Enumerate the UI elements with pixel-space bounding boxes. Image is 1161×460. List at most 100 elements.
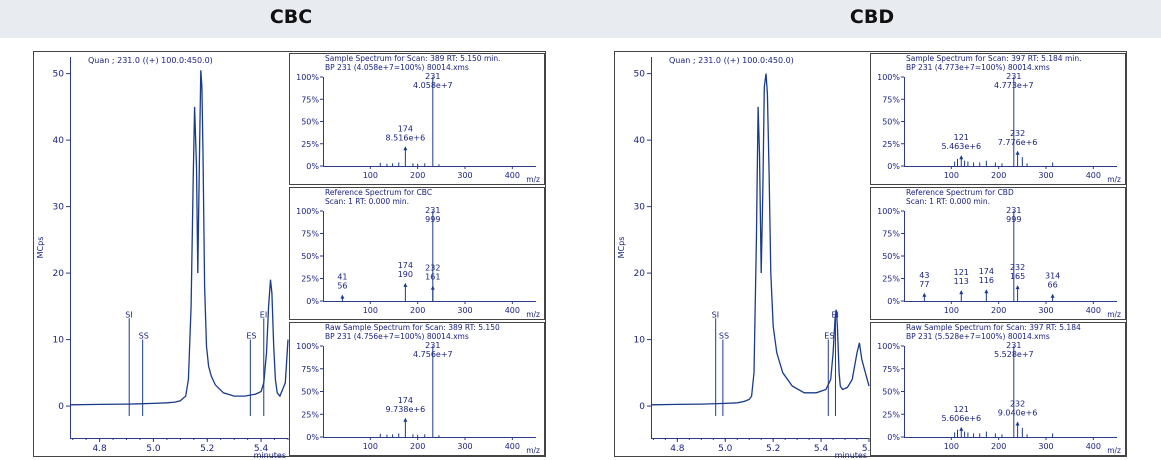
y-tick-label: 30 bbox=[53, 203, 65, 213]
spectrum-peak-label: 9.738e+6 bbox=[386, 405, 426, 414]
spectrum-x-tick-label: 200 bbox=[991, 306, 1006, 315]
spectrum-x-tick-label: 300 bbox=[1038, 171, 1053, 180]
spectrum-y-tick-label: 50% bbox=[301, 388, 319, 397]
spectrum-peak-label: 231 bbox=[1006, 341, 1021, 350]
spectrum-title-line: BP 231 (4.773e+7=100%) 80014.xms bbox=[906, 63, 1050, 72]
spectrum-peak-label: 174 bbox=[979, 267, 994, 276]
spectrum-frame bbox=[870, 187, 1126, 320]
spectrum-x-tick-label: 300 bbox=[457, 442, 472, 451]
y-tick-label: 50 bbox=[53, 70, 65, 80]
spectrum-y-tick-label: 25% bbox=[882, 275, 900, 284]
spectrum-y-tick-label: 50% bbox=[301, 252, 319, 261]
spectrum-y-tick-label: 25% bbox=[301, 275, 319, 284]
spectrum-y-tick-label: 75% bbox=[882, 95, 900, 104]
marker-label-es: ES bbox=[824, 332, 834, 341]
marker-label-ss: SS bbox=[719, 332, 729, 341]
spectrum-x-tick-label: 400 bbox=[505, 442, 520, 451]
spectrum-peak-label: 232 bbox=[1010, 129, 1025, 138]
spectrum-peak-label: 999 bbox=[425, 215, 440, 224]
chromatogram-figure: 0 10 20 30 40 50 4.8 5.0 5.2 5.4 MCps minutes Quan ;… bbox=[33, 51, 1127, 460]
spectrum-x-tick-label: 200 bbox=[410, 306, 425, 315]
spectrum-peak-label: 232 bbox=[425, 264, 440, 273]
spectrum-title-line: Scan: 1 RT: 0.000 min. bbox=[906, 197, 990, 206]
spectrum-x-tick-label: 400 bbox=[505, 306, 520, 315]
spectrum-x-tick-label: 400 bbox=[1086, 442, 1101, 451]
spectrum-title-line: Scan: 1 RT: 0.000 min. bbox=[325, 197, 409, 206]
marker-label-si: SI bbox=[125, 310, 132, 319]
spectrum-x-tick-label: 100 bbox=[944, 442, 959, 451]
spectrum-peak-label: 161 bbox=[425, 273, 440, 282]
spectrum-y-tick-label: 100% bbox=[877, 73, 900, 82]
x-tick-label: 5.0 bbox=[718, 444, 733, 454]
spectrum-peak-label: 43 bbox=[919, 271, 929, 280]
x-tick-label: 5.4 bbox=[814, 444, 829, 454]
spectrum-y-tick-label: 50% bbox=[882, 252, 900, 261]
spectrum-peak-label: 4.773e+7 bbox=[994, 81, 1034, 90]
spectrum-peak-label: 174 bbox=[398, 124, 413, 133]
spectrum-x-tick-label: 100 bbox=[944, 171, 959, 180]
spectrum-x-tick-label: 200 bbox=[991, 171, 1006, 180]
spectrum-peak-label: 232 bbox=[1010, 399, 1025, 408]
spectrum-title-line: Reference Spectrum for CBD bbox=[906, 188, 1014, 197]
spectrum-x-label: m/z bbox=[1107, 175, 1121, 184]
spectrum-peak-label: 231 bbox=[425, 72, 440, 81]
spectrum-frame bbox=[289, 187, 545, 320]
spectrum-x-label: m/z bbox=[1107, 310, 1121, 319]
spectrum-frame bbox=[870, 322, 1126, 456]
spectrum-peak-label: 4.058e+7 bbox=[413, 81, 453, 90]
spectrum-y-tick-label: 75% bbox=[301, 230, 319, 239]
spectrum-y-tick-label: 25% bbox=[882, 140, 900, 149]
spectrum-y-tick-label: 75% bbox=[301, 95, 319, 104]
spectrum-x-tick-label: 200 bbox=[410, 442, 425, 451]
y-tick-label: 30 bbox=[634, 203, 646, 213]
y-tick-label: 40 bbox=[53, 136, 65, 146]
spectrum-x-label: m/z bbox=[526, 446, 540, 455]
spectrum-peak-label: 174 bbox=[398, 261, 413, 270]
spectrum-x-tick-label: 400 bbox=[1086, 306, 1101, 315]
marker-label-es: ES bbox=[246, 332, 256, 341]
spectrum-x-tick-label: 200 bbox=[410, 171, 425, 180]
x-tick-label: 5.2 bbox=[200, 444, 214, 454]
spectrum-peak-label: 113 bbox=[954, 277, 969, 286]
spectrum-peak-label: 5.463e+6 bbox=[941, 142, 981, 151]
spectrum-y-tick-label: 50% bbox=[882, 118, 900, 127]
spectrum-peak-label: 165 bbox=[1010, 272, 1025, 281]
spectrum-peak-label: 5.528e+7 bbox=[994, 350, 1034, 359]
spectrum-peak-label: 41 bbox=[337, 273, 347, 282]
spectrum-x-tick-label: 300 bbox=[1038, 306, 1053, 315]
spectrum-frame bbox=[870, 53, 1126, 185]
spectrum-x-tick-label: 300 bbox=[1038, 442, 1053, 451]
spectrum-y-tick-label: 75% bbox=[301, 365, 319, 374]
y-tick-label: 0 bbox=[58, 402, 64, 412]
spectrum-peak-label: 66 bbox=[1048, 281, 1058, 290]
spectrum-x-tick-label: 300 bbox=[457, 306, 472, 315]
chromatogram-title: Quan ; 231.0 ((+) 100.0:450.0) bbox=[669, 56, 794, 65]
spectrum-y-tick-label: 25% bbox=[882, 410, 900, 419]
y-tick-label: 40 bbox=[634, 136, 646, 146]
spectrum-peak-label: 9.040e+6 bbox=[998, 408, 1038, 417]
spectrum-title-line: BP 231 (4.058e+7=100%) 80014.xms bbox=[325, 63, 469, 72]
spectrum-title-line: Reference Spectrum for CBC bbox=[325, 188, 432, 197]
spectrum-peak-label: 231 bbox=[425, 206, 440, 215]
chromatogram-title: Quan ; 231.0 ((+) 100.0:450.0) bbox=[88, 56, 213, 65]
spectrum-peak-label: 999 bbox=[1006, 215, 1021, 224]
spectrum-y-tick-label: 0% bbox=[306, 297, 319, 306]
spectrum-frame bbox=[289, 53, 545, 185]
spectrum-x-tick-label: 400 bbox=[1086, 171, 1101, 180]
spectrum-peak-label: 116 bbox=[979, 276, 994, 285]
spectrum-title-line: Sample Spectrum for Scan: 397 RT: 5.184 … bbox=[906, 54, 1082, 63]
spectrum-peak-label: 77 bbox=[919, 280, 929, 289]
spectrum-y-tick-label: 0% bbox=[306, 433, 319, 442]
spectrum-y-tick-label: 25% bbox=[301, 410, 319, 419]
spectrum-x-label: m/z bbox=[526, 175, 540, 184]
y-tick-label: 20 bbox=[53, 269, 65, 279]
spectrum-y-tick-label: 0% bbox=[887, 433, 900, 442]
spectrum-peak-label: 8.516e+6 bbox=[386, 133, 426, 142]
spectrum-peak-label: 121 bbox=[954, 405, 969, 414]
y-tick-label: 50 bbox=[634, 70, 646, 80]
spectrum-y-tick-label: 50% bbox=[882, 388, 900, 397]
spectrum-peak-label: 7.776e+6 bbox=[998, 138, 1038, 147]
marker-label-ei: EI bbox=[260, 310, 267, 319]
spectrum-title-line: BP 231 (4.756e+7=100%) 80014.xms bbox=[325, 332, 469, 341]
spectrum-x-label: m/z bbox=[1107, 446, 1121, 455]
